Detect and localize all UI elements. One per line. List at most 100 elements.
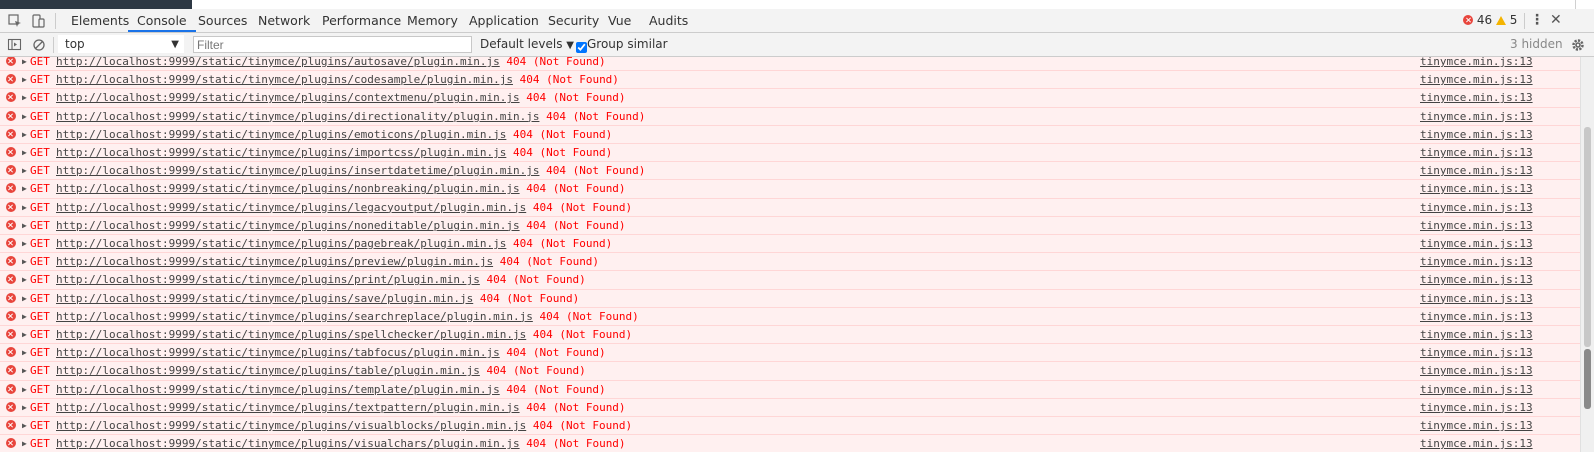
source-link[interactable]: tinymce.min.js:13 [1420, 235, 1533, 252]
console-message-row[interactable]: ▶ GET http://localhost:9999/static/tinymce… [0, 253, 1580, 272]
console-message-row[interactable]: ▶ GET http://localhost:9999/static/tinymce… [0, 417, 1580, 436]
request-url-link[interactable]: http://localhost:9999/static/tinymce/plu… [56, 128, 506, 141]
expand-triangle-icon[interactable]: ▶ [22, 108, 27, 125]
context-selector[interactable]: top ▼ [58, 35, 184, 53]
source-link[interactable]: tinymce.min.js:13 [1420, 199, 1533, 216]
sidebar-toggle-icon[interactable] [7, 37, 23, 53]
console-message-row[interactable]: ▶ GET http://localhost:9999/static/tinymce… [0, 144, 1580, 163]
console-message-row[interactable]: ▶ GET http://localhost:9999/static/tinymce… [0, 435, 1580, 452]
source-link[interactable]: tinymce.min.js:13 [1420, 162, 1533, 179]
expand-triangle-icon[interactable]: ▶ [22, 362, 27, 379]
console-message-row[interactable]: ▶ GET http://localhost:9999/static/tinymce… [0, 107, 1580, 126]
close-icon[interactable]: ✕ [1550, 9, 1562, 32]
tab-application[interactable]: Application [460, 9, 548, 32]
request-url-link[interactable]: http://localhost:9999/static/tinymce/plu… [56, 401, 520, 414]
console-message-row[interactable]: ▶ GET http://localhost:9999/static/tinymce… [0, 380, 1580, 399]
console-message-row[interactable]: ▶ GET http://localhost:9999/static/tinymce… [0, 326, 1580, 345]
tab-console[interactable]: Console [128, 9, 196, 32]
tab-elements[interactable]: Elements [62, 9, 138, 32]
expand-triangle-icon[interactable]: ▶ [22, 126, 27, 143]
console-message-row[interactable]: ▶ GET http://localhost:9999/static/tinymce… [0, 71, 1580, 90]
source-link[interactable]: tinymce.min.js:13 [1420, 290, 1533, 307]
expand-triangle-icon[interactable]: ▶ [22, 199, 27, 216]
source-link[interactable]: tinymce.min.js:13 [1420, 381, 1533, 398]
console-message-row[interactable]: ▶ GET http://localhost:9999/static/tinymce… [0, 307, 1580, 326]
tab-memory[interactable]: Memory [398, 9, 467, 32]
request-url-link[interactable]: http://localhost:9999/static/tinymce/plu… [56, 419, 526, 432]
source-link[interactable]: tinymce.min.js:13 [1420, 362, 1533, 379]
scrollbar-track-region[interactable] [1584, 127, 1591, 347]
expand-triangle-icon[interactable]: ▶ [22, 290, 27, 307]
expand-triangle-icon[interactable]: ▶ [22, 417, 27, 434]
scrollbar-thumb[interactable] [1584, 349, 1591, 409]
request-url-link[interactable]: http://localhost:9999/static/tinymce/plu… [56, 73, 513, 86]
console-message-row[interactable]: ▶ GET http://localhost:9999/static/tinymce… [0, 289, 1580, 308]
filter-input[interactable] [193, 36, 472, 53]
console-message-row[interactable]: ▶ GET http://localhost:9999/static/tinymce… [0, 398, 1580, 417]
inspect-element-icon[interactable] [7, 13, 23, 29]
source-link[interactable]: tinymce.min.js:13 [1420, 344, 1533, 361]
request-url-link[interactable]: http://localhost:9999/static/tinymce/plu… [56, 255, 493, 268]
request-url-link[interactable]: http://localhost:9999/static/tinymce/plu… [56, 164, 539, 177]
console-message-row[interactable]: ▶ GET http://localhost:9999/static/tinymce… [0, 216, 1580, 235]
request-url-link[interactable]: http://localhost:9999/static/tinymce/plu… [56, 310, 533, 323]
source-link[interactable]: tinymce.min.js:13 [1420, 57, 1533, 70]
tab-sources[interactable]: Sources [189, 9, 256, 32]
source-link[interactable]: tinymce.min.js:13 [1420, 217, 1533, 234]
request-url-link[interactable]: http://localhost:9999/static/tinymce/plu… [56, 57, 500, 68]
console-message-row[interactable]: ▶ GET http://localhost:9999/static/tinymce… [0, 89, 1580, 108]
request-url-link[interactable]: http://localhost:9999/static/tinymce/plu… [56, 201, 526, 214]
expand-triangle-icon[interactable]: ▶ [22, 381, 27, 398]
expand-triangle-icon[interactable]: ▶ [22, 435, 27, 452]
expand-triangle-icon[interactable]: ▶ [22, 308, 27, 325]
source-link[interactable]: tinymce.min.js:13 [1420, 326, 1533, 343]
source-link[interactable]: tinymce.min.js:13 [1420, 417, 1533, 434]
source-link[interactable]: tinymce.min.js:13 [1420, 89, 1533, 106]
expand-triangle-icon[interactable]: ▶ [22, 162, 27, 179]
tab-vue[interactable]: Vue [599, 9, 640, 32]
console-message-row[interactable]: ▶ GET http://localhost:9999/static/tinymce… [0, 344, 1580, 363]
request-url-link[interactable]: http://localhost:9999/static/tinymce/plu… [56, 383, 500, 396]
expand-triangle-icon[interactable]: ▶ [22, 253, 27, 270]
console-message-row[interactable]: ▶ GET http://localhost:9999/static/tinymce… [0, 235, 1580, 254]
group-similar-checkbox[interactable] [576, 42, 587, 53]
clear-console-icon[interactable] [31, 37, 47, 53]
source-link[interactable]: tinymce.min.js:13 [1420, 180, 1533, 197]
tab-network[interactable]: Network [249, 9, 319, 32]
expand-triangle-icon[interactable]: ▶ [22, 180, 27, 197]
console-message-row[interactable]: ▶ GET http://localhost:9999/static/tinymce… [0, 125, 1580, 144]
console-scrollbar[interactable] [1580, 57, 1594, 452]
source-link[interactable]: tinymce.min.js:13 [1420, 126, 1533, 143]
issue-counts[interactable]: 46 5 [1463, 9, 1517, 32]
console-message-row[interactable]: ▶ GET http://localhost:9999/static/tinymce… [0, 180, 1580, 199]
source-link[interactable]: tinymce.min.js:13 [1420, 308, 1533, 325]
expand-triangle-icon[interactable]: ▶ [22, 271, 27, 288]
expand-triangle-icon[interactable]: ▶ [22, 399, 27, 416]
expand-triangle-icon[interactable]: ▶ [22, 144, 27, 161]
source-link[interactable]: tinymce.min.js:13 [1420, 71, 1533, 88]
request-url-link[interactable]: http://localhost:9999/static/tinymce/plu… [56, 146, 506, 159]
expand-triangle-icon[interactable]: ▶ [22, 89, 27, 106]
request-url-link[interactable]: http://localhost:9999/static/tinymce/plu… [56, 273, 480, 286]
request-url-link[interactable]: http://localhost:9999/static/tinymce/plu… [56, 437, 520, 450]
request-url-link[interactable]: http://localhost:9999/static/tinymce/plu… [56, 292, 473, 305]
request-url-link[interactable]: http://localhost:9999/static/tinymce/plu… [56, 346, 500, 359]
device-toolbar-icon[interactable] [30, 13, 46, 29]
console-message-row[interactable]: ▶ GET http://localhost:9999/static/tinymce… [0, 162, 1580, 181]
source-link[interactable]: tinymce.min.js:13 [1420, 271, 1533, 288]
source-link[interactable]: tinymce.min.js:13 [1420, 144, 1533, 161]
source-link[interactable]: tinymce.min.js:13 [1420, 399, 1533, 416]
request-url-link[interactable]: http://localhost:9999/static/tinymce/plu… [56, 219, 520, 232]
source-link[interactable]: tinymce.min.js:13 [1420, 108, 1533, 125]
tab-security[interactable]: Security [539, 9, 608, 32]
tab-audits[interactable]: Audits [640, 9, 697, 32]
tab-performance[interactable]: Performance [313, 9, 410, 32]
request-url-link[interactable]: http://localhost:9999/static/tinymce/plu… [56, 328, 526, 341]
source-link[interactable]: tinymce.min.js:13 [1420, 253, 1533, 270]
request-url-link[interactable]: http://localhost:9999/static/tinymce/plu… [56, 364, 480, 377]
settings-gear-icon[interactable] [1570, 37, 1586, 53]
request-url-link[interactable]: http://localhost:9999/static/tinymce/plu… [56, 110, 539, 123]
expand-triangle-icon[interactable]: ▶ [22, 344, 27, 361]
expand-triangle-icon[interactable]: ▶ [22, 326, 27, 343]
console-message-row[interactable]: ▶ GET http://localhost:9999/static/tinymce… [0, 271, 1580, 290]
